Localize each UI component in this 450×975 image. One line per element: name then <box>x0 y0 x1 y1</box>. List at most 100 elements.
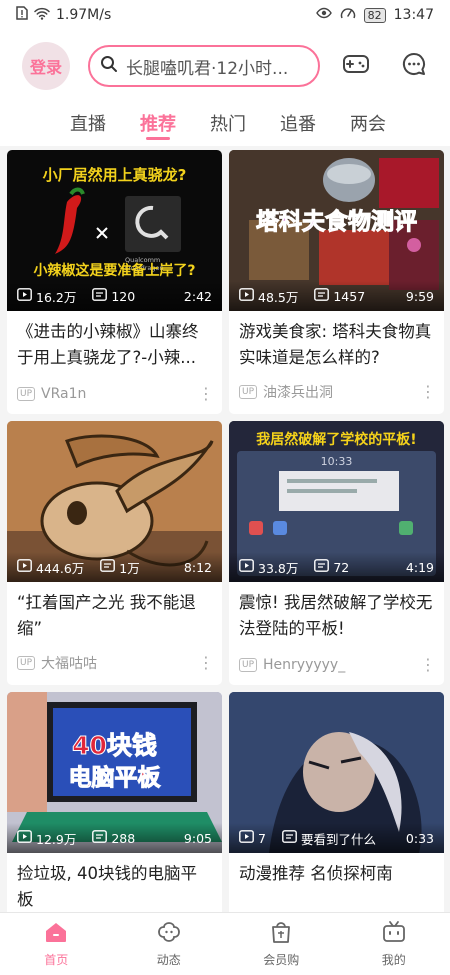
more-options-icon[interactable]: ⋮ <box>420 657 436 673</box>
up-badge: UP <box>17 387 36 401</box>
activity-icon <box>156 920 182 947</box>
status-bar: 1.97M/s 82 13:47 <box>0 0 450 30</box>
tab-two-sessions[interactable]: 两会 <box>350 102 386 142</box>
thumb-clock: 10:33 <box>320 455 353 468</box>
top-header: 登录 长腿嗑叽君·12小时... <box>0 30 450 102</box>
danmaku-icon <box>92 830 108 846</box>
search-bar[interactable]: 长腿嗑叽君·12小时... <box>88 45 320 87</box>
bottom-navigation: 首页 动态 会员购 我的 <box>0 912 450 975</box>
video-meta: UP VRa1n ⋮ <box>17 386 214 402</box>
view-count: 16.2万 <box>36 289 77 305</box>
uploader-name[interactable]: VRa1n <box>41 386 86 402</box>
video-thumbnail: 10:33 我居然破解了学校的平板! 33.8万 72 4:19 <box>229 421 444 582</box>
login-button[interactable]: 登录 <box>22 42 70 90</box>
danmaku-icon <box>92 288 108 304</box>
home-icon <box>43 920 69 947</box>
nav-activity-label: 动态 <box>156 953 181 967</box>
nav-activity[interactable]: 动态 <box>113 913 226 975</box>
danmaku-icon <box>314 559 330 575</box>
video-card[interactable]: 塔科夫食物测评 48.5万 1457 9:59 游戏美食家: 塔科夫食物真实味道… <box>229 150 444 414</box>
video-stats: 444.6万 1万 8:12 <box>7 552 222 582</box>
view-count: 12.9万 <box>36 831 77 847</box>
channel-tabs: 直播 推荐 热门 追番 两会 <box>0 102 450 146</box>
view-count: 48.5万 <box>258 289 299 305</box>
wifi-icon <box>34 7 50 24</box>
more-options-icon[interactable]: ⋮ <box>198 386 214 402</box>
eye-icon <box>315 7 332 23</box>
play-count-icon <box>17 830 32 846</box>
thumb-subheadline: 电脑平板 <box>68 765 161 792</box>
video-title: “扛着国产之光 我不能退缩” <box>17 593 196 638</box>
thumb-headline: 40块钱 <box>72 731 158 761</box>
play-count-icon <box>239 288 254 304</box>
game-center-button[interactable] <box>338 48 374 84</box>
danmaku-icon <box>100 559 116 575</box>
video-duration: 0:33 <box>405 830 434 846</box>
clock: 13:47 <box>393 7 434 23</box>
video-stats: 33.8万 72 4:19 <box>229 552 444 582</box>
up-badge: UP <box>239 385 258 399</box>
video-feed: 小厂居然用上真骁龙? Qualcomm snapdragon 小辣椒这是要准备上… <box>7 150 444 956</box>
thumb-subheadline: 小辣椒这是要准备上岸了? <box>33 263 196 279</box>
video-meta: UP 油漆兵出洞 ⋮ <box>239 382 436 402</box>
video-thumbnail: 7 要看到了什么 0:33 <box>229 692 444 853</box>
gamepad-icon <box>342 52 370 80</box>
video-duration: 2:42 <box>183 288 212 304</box>
video-duration: 8:12 <box>183 559 212 575</box>
more-options-icon[interactable]: ⋮ <box>420 384 436 400</box>
view-count: 444.6万 <box>36 560 85 576</box>
video-meta: UP 大福咕咕 ⋮ <box>17 653 214 673</box>
video-thumbnail: 小厂居然用上真骁龙? Qualcomm snapdragon 小辣椒这是要准备上… <box>7 150 222 311</box>
up-badge: UP <box>239 658 258 672</box>
danmaku-preview: 要看到了什么 <box>300 831 376 847</box>
uploader-name[interactable]: Henryyyyy_ <box>263 657 345 673</box>
play-count-icon <box>17 559 32 575</box>
nav-profile-label: 我的 <box>381 953 406 967</box>
nav-profile[interactable]: 我的 <box>338 913 450 975</box>
danmaku-count: 1457 <box>333 288 366 304</box>
video-thumbnail: 40块钱 电脑平板 12.9万 288 9:05 <box>7 692 222 853</box>
nav-shop[interactable]: 会员购 <box>225 913 338 975</box>
battery-indicator: 82 <box>363 7 386 23</box>
tab-recommend[interactable]: 推荐 <box>140 102 176 142</box>
thumb-headline: 塔科夫食物测评 <box>256 209 418 236</box>
danmaku-icon <box>282 830 297 846</box>
tv-icon <box>381 920 407 947</box>
uploader-name[interactable]: 油漆兵出洞 <box>263 382 333 402</box>
play-count-icon <box>239 830 254 846</box>
network-speed: 1.97M/s <box>56 7 112 23</box>
shopping-bag-icon <box>268 920 294 947</box>
danmaku-icon <box>314 288 330 304</box>
view-count: 7 <box>258 830 266 846</box>
video-stats: 12.9万 288 9:05 <box>7 823 222 853</box>
danmaku-count: 1万 <box>119 560 140 576</box>
play-count-icon <box>17 288 32 304</box>
nav-shop-label: 会员购 <box>263 953 300 967</box>
more-options-icon[interactable]: ⋮ <box>198 655 214 671</box>
video-card[interactable]: 444.6万 1万 8:12 “扛着国产之光 我不能退缩” UP 大福咕咕 ⋮ <box>7 421 222 685</box>
speedometer-icon <box>340 6 356 24</box>
view-count: 33.8万 <box>258 560 299 576</box>
video-card[interactable]: 10:33 我居然破解了学校的平板! 33.8万 72 4:19 震惊! 我居然… <box>229 421 444 685</box>
video-title: 捡垃圾, 40块钱的电脑平板 <box>17 864 197 909</box>
video-meta: UP Henryyyyy_ ⋮ <box>239 657 436 673</box>
video-card[interactable]: 小厂居然用上真骁龙? Qualcomm snapdragon 小辣椒这是要准备上… <box>7 150 222 414</box>
search-icon <box>100 55 118 78</box>
video-stats: 16.2万 120 2:42 <box>7 281 222 311</box>
video-title: 游戏美食家: 塔科夫食物真实味道是怎么样的? <box>239 322 432 367</box>
danmaku-count: 288 <box>111 830 136 846</box>
video-title: 《进击的小辣椒》山寨终于用上真骁龙了?-小辣... <box>17 322 199 367</box>
tab-anime[interactable]: 追番 <box>280 102 316 142</box>
nav-home[interactable]: 首页 <box>0 913 113 975</box>
nav-home-label: 首页 <box>44 953 69 967</box>
video-duration: 9:59 <box>405 288 434 304</box>
video-duration: 4:19 <box>405 559 434 575</box>
uploader-name[interactable]: 大福咕咕 <box>41 653 97 673</box>
tab-hot[interactable]: 热门 <box>210 102 246 142</box>
tab-live[interactable]: 直播 <box>70 102 106 142</box>
chat-bubble-icon <box>401 51 427 81</box>
messages-button[interactable] <box>396 48 432 84</box>
danmaku-count: 72 <box>333 559 350 575</box>
video-stats: 7 要看到了什么 0:33 <box>229 823 444 853</box>
up-badge: UP <box>17 656 36 670</box>
